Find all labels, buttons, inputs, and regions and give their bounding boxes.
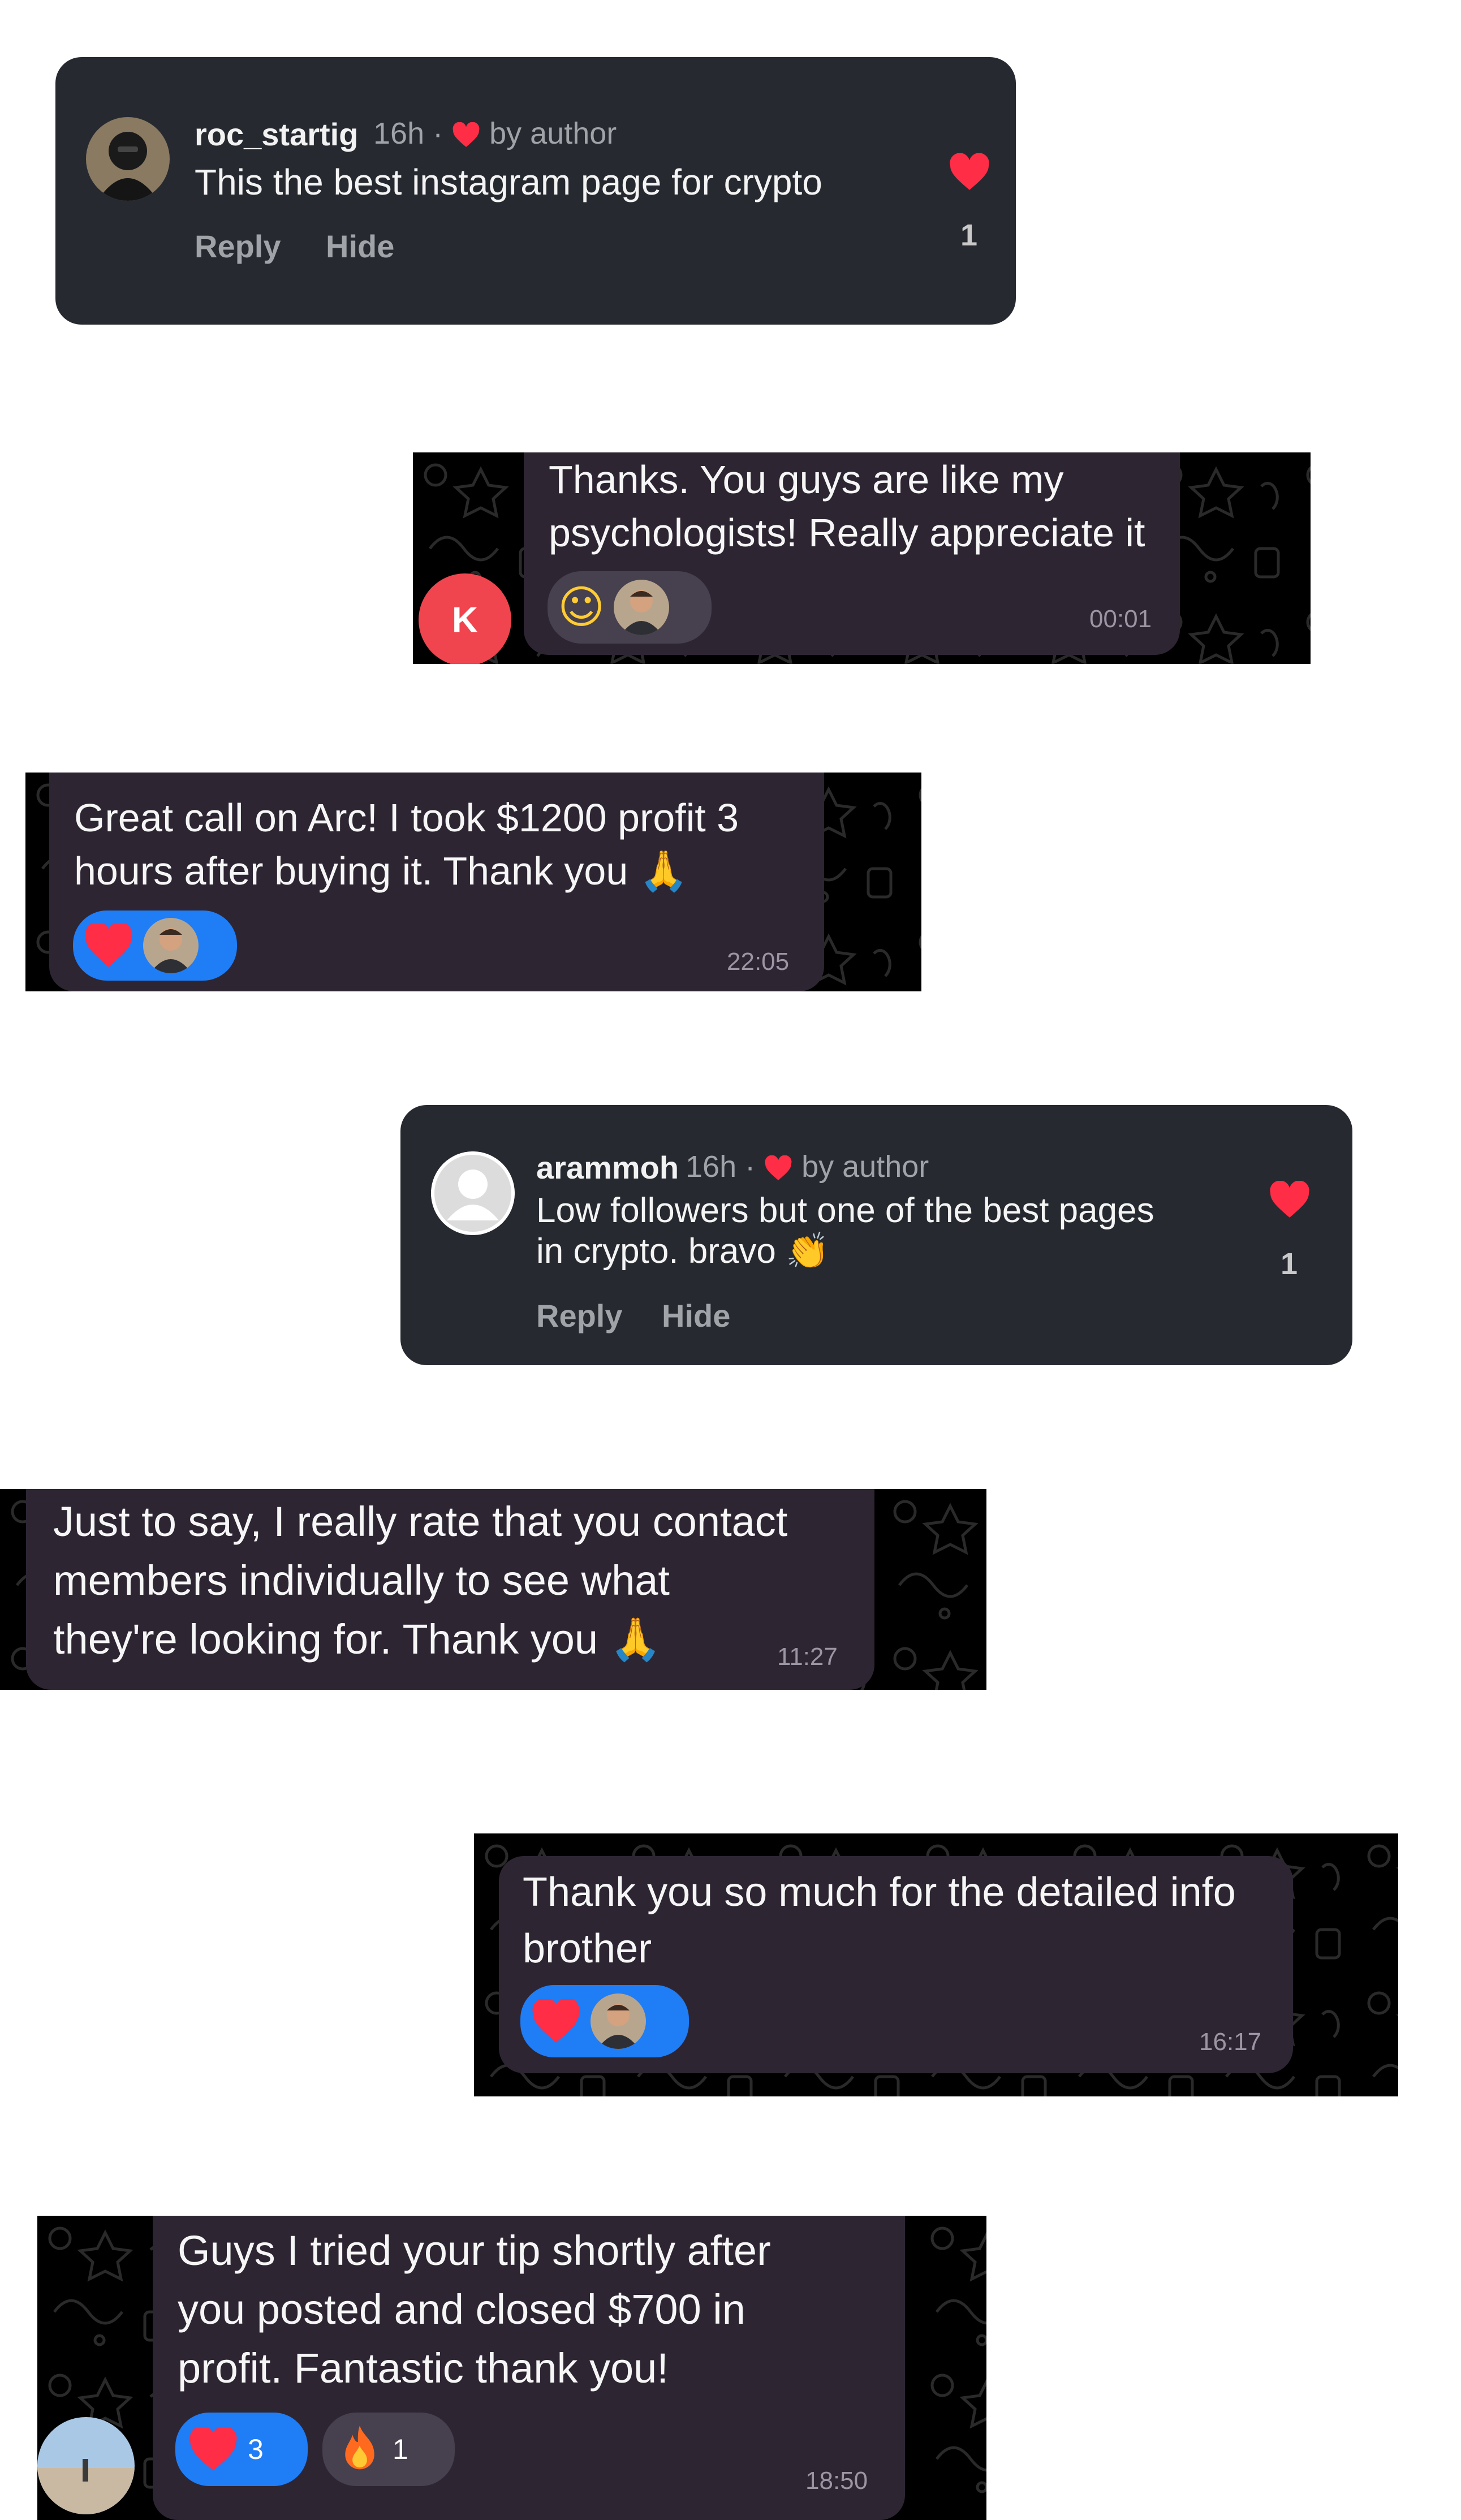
chat-band-1: K Thanks. You guys are like my psycholog… xyxy=(413,452,1311,664)
meta-separator: · xyxy=(433,116,452,150)
chat-band-2: Great call on Arc! I took $1200 profit 3… xyxy=(25,773,921,991)
reply-button[interactable]: Reply xyxy=(195,228,281,265)
reaction-count: 3 xyxy=(248,2433,264,2465)
comment-text-line-1: Low followers but one of the best pages xyxy=(536,1191,1154,1230)
like-heart-icon[interactable] xyxy=(1268,1181,1311,1219)
chat-band-4: Thank you so much for the detailed info … xyxy=(474,1833,1398,2096)
comment-card-arammoh: arammoh 16h · by author Low followers bu… xyxy=(400,1105,1352,1365)
fire-icon xyxy=(345,2426,374,2470)
message-bubble[interactable]: Guys I tried your tip shortly after you … xyxy=(153,2216,905,2520)
comment-username[interactable]: arammoh xyxy=(536,1149,679,1186)
message-time: 22:05 xyxy=(727,948,790,976)
hide-button[interactable]: Hide xyxy=(662,1297,730,1334)
comment-time: 16h xyxy=(373,116,425,150)
message-bubble[interactable]: Just to say, I really rate that you cont… xyxy=(26,1489,874,1690)
message-time: 00:01 xyxy=(1089,605,1152,633)
message-time: 18:50 xyxy=(805,2467,868,2495)
chat-band-3: Just to say, I really rate that you cont… xyxy=(0,1489,986,1690)
reactor-avatar xyxy=(614,580,670,635)
reaction-count: 1 xyxy=(393,2433,408,2465)
comment-username[interactable]: roc_startig xyxy=(195,116,358,153)
like-heart-icon[interactable] xyxy=(948,153,991,192)
message-bubble[interactable]: Thanks. You guys are like my psychologis… xyxy=(524,452,1180,655)
message-line-1: Great call on Arc! I took $1200 profit 3 xyxy=(74,796,739,840)
comment-meta: 16h · by author xyxy=(373,116,617,151)
reaction-pill[interactable] xyxy=(73,911,237,981)
message-time: 16:17 xyxy=(1199,2028,1262,2056)
reactor-avatar xyxy=(591,1993,646,2049)
message-bubble[interactable]: Great call on Arc! I took $1200 profit 3… xyxy=(49,773,824,991)
message-line-1: Thank you so much for the detailed info xyxy=(523,1870,1236,1915)
author-heart-icon xyxy=(452,122,480,147)
sender-avatar-k[interactable]: K xyxy=(419,573,511,664)
hide-button[interactable]: Hide xyxy=(326,228,394,265)
heart-icon xyxy=(85,924,132,967)
message-line-3: they're looking for. Thank you 🙏 xyxy=(53,1616,662,1663)
comment-time: 16h xyxy=(686,1150,737,1184)
message-line-2: members individually to see what xyxy=(53,1557,670,1604)
heart-icon xyxy=(189,2427,237,2471)
message-line-1: Thanks. You guys are like my xyxy=(549,458,1064,502)
comment-text: This the best instagram page for crypto xyxy=(195,162,822,202)
message-line-2: psychologists! Really appreciate it xyxy=(549,511,1145,555)
message-time: 11:27 xyxy=(777,1643,838,1671)
message-line-2: you posted and closed $700 in xyxy=(178,2286,745,2333)
rofl-emoji-icon: ☺ xyxy=(558,581,605,633)
message-line-1: Guys I tried your tip shortly after xyxy=(178,2227,771,2274)
reaction-pill-heart[interactable]: 3 xyxy=(175,2413,308,2486)
avatar-arammoh[interactable] xyxy=(431,1151,515,1235)
like-count: 1 xyxy=(1281,1247,1298,1281)
reaction-pill[interactable]: ☺ xyxy=(548,571,712,644)
like-count: 1 xyxy=(960,218,978,252)
message-bubble[interactable]: Thank you so much for the detailed info … xyxy=(499,1856,1293,2073)
reactor-avatar xyxy=(143,918,199,973)
sender-avatar-photo[interactable] xyxy=(37,2417,135,2514)
message-line-2: brother xyxy=(523,1926,652,1971)
meta-separator: · xyxy=(745,1150,764,1184)
reply-button[interactable]: Reply xyxy=(536,1297,623,1334)
message-line-2: hours after buying it. Thank you 🙏 xyxy=(74,849,688,893)
message-line-1: Just to say, I really rate that you cont… xyxy=(53,1498,788,1545)
chat-band-5: Guys I tried your tip shortly after you … xyxy=(37,2216,986,2520)
reaction-pill[interactable] xyxy=(520,1985,689,2057)
comment-meta: 16h · by author xyxy=(686,1149,929,1184)
reaction-pill-fire[interactable]: 1 xyxy=(322,2413,455,2486)
avatar-roc-startig[interactable] xyxy=(86,117,170,201)
sender-initial: K xyxy=(451,599,479,640)
message-line-3: profit. Fantastic thank you! xyxy=(178,2345,669,2392)
author-badge: by author xyxy=(489,116,617,150)
author-badge: by author xyxy=(801,1150,929,1184)
comment-text-line-2: in crypto. bravo 👏 xyxy=(536,1232,830,1271)
comment-card-roc-startig: roc_startig 16h · by author This the bes… xyxy=(55,57,1016,325)
heart-icon xyxy=(532,1999,580,2043)
author-heart-icon xyxy=(765,1155,792,1180)
